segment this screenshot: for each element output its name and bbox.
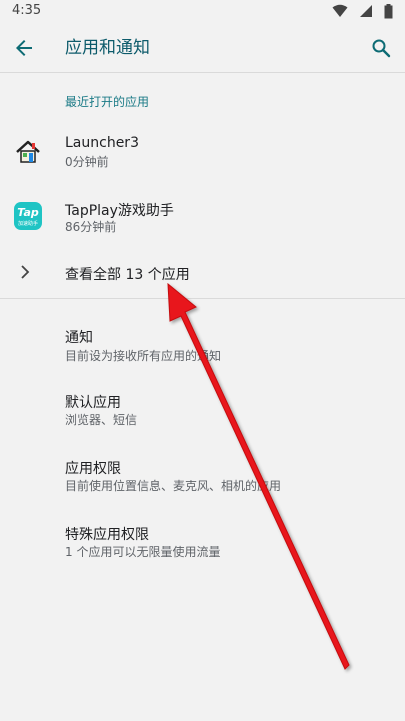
signal-icon bbox=[359, 5, 372, 17]
settings-item-default-apps[interactable]: 默认应用 浏览器、短信 bbox=[0, 383, 405, 433]
settings-item-subtitle: 1 个应用可以无限量使用流量 bbox=[65, 545, 221, 559]
settings-item-subtitle: 目前设为接收所有应用的通知 bbox=[65, 349, 222, 363]
settings-item-notifications[interactable]: 通知 目前设为接收所有应用的通知 bbox=[0, 318, 405, 368]
settings-item-title: 通知 bbox=[65, 330, 93, 346]
recent-apps-header: 最近打开的应用 bbox=[65, 95, 150, 109]
app-bar: 应用和通知 bbox=[0, 24, 405, 73]
status-bar: 4:35 bbox=[0, 0, 405, 24]
tap-icon-sublabel: 加速助手 bbox=[17, 221, 38, 227]
house-icon bbox=[14, 138, 42, 166]
status-time: 4:35 bbox=[12, 3, 42, 18]
back-arrow-icon bbox=[16, 40, 32, 56]
app-name: TapPlay游戏助手 bbox=[65, 203, 174, 219]
settings-item-app-permissions[interactable]: 应用权限 目前使用位置信息、麦克风、相机的应用 bbox=[0, 449, 405, 499]
app-last-used: 86分钟前 bbox=[65, 220, 117, 234]
settings-item-title: 默认应用 bbox=[65, 395, 121, 411]
see-all-apps-label: 查看全部 13 个应用 bbox=[65, 267, 190, 283]
settings-item-subtitle: 目前使用位置信息、麦克风、相机的应用 bbox=[65, 479, 282, 493]
battery-icon bbox=[384, 4, 393, 19]
tap-icon: Tap 加速助手 bbox=[14, 202, 42, 230]
settings-item-title: 特殊应用权限 bbox=[65, 527, 149, 543]
page-title: 应用和通知 bbox=[65, 38, 150, 58]
divider bbox=[0, 298, 405, 299]
recent-app-tapplay[interactable]: Tap 加速助手 TapPlay游戏助手 86分钟前 bbox=[0, 193, 405, 241]
wifi-icon bbox=[332, 4, 348, 17]
search-icon bbox=[372, 39, 391, 58]
app-name: Launcher3 bbox=[65, 135, 139, 151]
settings-item-title: 应用权限 bbox=[65, 461, 121, 477]
app-last-used: 0分钟前 bbox=[65, 155, 109, 169]
search-button[interactable] bbox=[369, 36, 393, 60]
settings-item-special-permissions[interactable]: 特殊应用权限 1 个应用可以无限量使用流量 bbox=[0, 515, 405, 565]
settings-item-subtitle: 浏览器、短信 bbox=[65, 413, 138, 427]
tap-icon-label: Tap bbox=[17, 206, 39, 219]
screen: 4:35 应用和通知 最近打开的应用 Launcher3 0分钟前 Tap 加速… bbox=[0, 0, 405, 721]
recent-app-launcher3[interactable]: Launcher3 0分钟前 bbox=[0, 128, 405, 176]
chevron-right-icon bbox=[21, 265, 30, 279]
see-all-apps-item[interactable]: 查看全部 13 个应用 bbox=[0, 250, 405, 296]
status-icons bbox=[326, 4, 393, 20]
back-button[interactable] bbox=[12, 36, 36, 60]
